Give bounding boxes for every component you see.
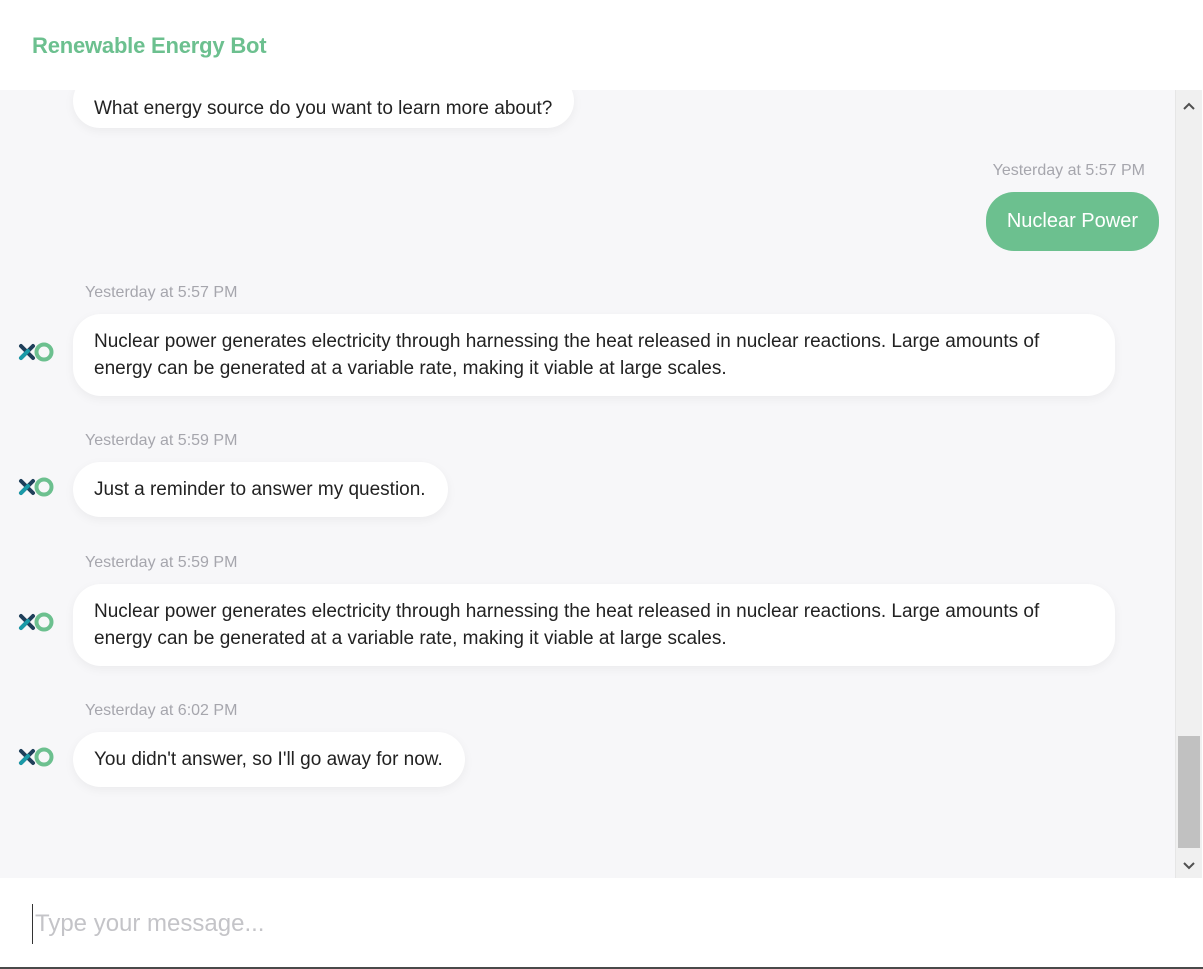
bot-logo-icon (19, 747, 54, 767)
message-text: You didn't answer, so I'll go away for n… (94, 749, 443, 770)
bot-logo-icon (19, 342, 54, 362)
message-text: Just a reminder to answer my question. (94, 479, 426, 500)
chat-header: Renewable Energy Bot (0, 0, 1203, 90)
user-message-bubble: Nuclear Power (985, 192, 1159, 251)
bot-message-bubble: You didn't answer, so I'll go away for n… (73, 732, 465, 787)
message-text: Nuclear Power (1006, 210, 1138, 232)
bot-message-bubble: Nuclear power generates electricity thro… (73, 314, 1115, 396)
scroll-thumb[interactable] (1178, 736, 1200, 848)
bot-message-bubble: What energy source do you want to learn … (73, 90, 575, 128)
message-timestamp: Yesterday at 5:57 PM (992, 162, 1145, 179)
message-list[interactable]: What energy source do you want to learn … (0, 90, 1175, 878)
message-timestamp: Yesterday at 5:59 PM (85, 432, 238, 449)
message-timestamp: Yesterday at 5:59 PM (85, 554, 238, 571)
scroll-down-arrow-icon[interactable] (1176, 853, 1202, 877)
bot-logo-icon (19, 612, 54, 632)
message-text: Nuclear power generates electricity thro… (94, 331, 1040, 379)
bot-logo-icon (18, 90, 56, 98)
message-text: Nuclear power generates electricity thro… (94, 601, 1040, 649)
message-timestamp: Yesterday at 6:02 PM (85, 702, 238, 719)
message-composer (0, 878, 1203, 967)
message-timestamp: Yesterday at 5:57 PM (85, 284, 238, 301)
bot-message-bubble: Nuclear power generates electricity thro… (73, 584, 1115, 666)
chat-app: Renewable Energy Bot What energy source … (0, 0, 1203, 969)
messages-scrollbar[interactable] (1175, 90, 1202, 878)
bot-message-bubble: Just a reminder to answer my question. (73, 462, 448, 517)
bot-title: Renewable Energy Bot (32, 33, 267, 58)
bot-logo-icon (19, 477, 54, 497)
message-input[interactable] (32, 904, 1165, 944)
scroll-up-arrow-icon[interactable] (1176, 93, 1202, 117)
message-text: What energy source do you want to learn … (94, 98, 553, 119)
